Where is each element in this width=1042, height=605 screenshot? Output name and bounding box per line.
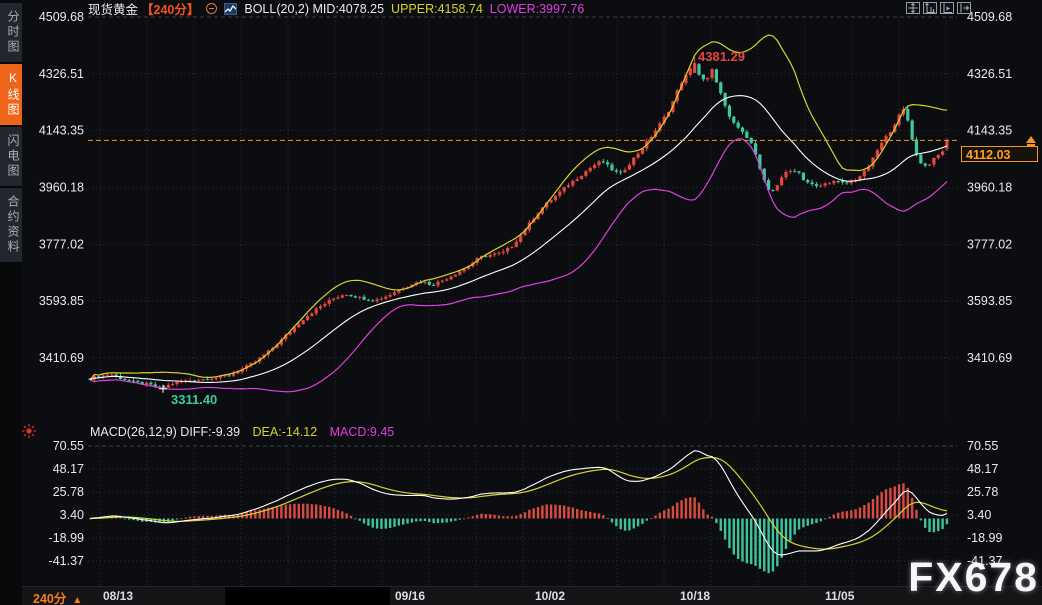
- svg-text:-18.99: -18.99: [49, 531, 84, 545]
- macd-hist-readout: MACD:9.45: [330, 425, 395, 439]
- alert-sun-icon[interactable]: [22, 424, 36, 438]
- svg-text:3960.18: 3960.18: [967, 181, 1012, 195]
- svg-text:25.78: 25.78: [53, 485, 84, 499]
- fx678-watermark: FX678: [908, 554, 1039, 601]
- svg-text:4143.35: 4143.35: [39, 124, 84, 138]
- date-tick-label: 10/18: [680, 589, 710, 603]
- date-tick-label: 11/05: [825, 589, 854, 603]
- svg-text:-41.37: -41.37: [49, 554, 84, 568]
- macd-diff-readout: MACD(26,12,9) DIFF:-9.39: [90, 425, 240, 439]
- date-tick-label: 09/16: [395, 589, 425, 603]
- svg-text:3593.85: 3593.85: [39, 294, 84, 308]
- scrollbar-thumb[interactable]: [225, 587, 390, 605]
- svg-text:3410.69: 3410.69: [39, 351, 84, 365]
- svg-text:3.40: 3.40: [60, 508, 84, 522]
- boll-upper-line: [90, 35, 947, 380]
- low-annotation: 3311.40: [171, 392, 217, 407]
- gridlines: [88, 17, 957, 585]
- svg-text:4509.68: 4509.68: [967, 10, 1012, 24]
- y-axis-scale-icon[interactable]: [923, 2, 937, 14]
- svg-text:3960.18: 3960.18: [39, 181, 84, 195]
- svg-text:3.40: 3.40: [967, 508, 991, 522]
- instrument-name: 现货黄金: [88, 0, 138, 18]
- boll-lower-line: [90, 139, 947, 392]
- macd-header: MACD(26,12,9) DIFF:-9.39 DEA:-14.12 MACD…: [90, 425, 394, 439]
- kline-app-window: 4381.29 3311.40 4509.68 4509.68 4326.51 4326.…: [0, 0, 1042, 605]
- crosshair-pan-icon[interactable]: [906, 2, 920, 14]
- boll-mid-readout: BOLL(20,2) MID:4078.25: [244, 2, 384, 16]
- svg-text:70.55: 70.55: [53, 439, 84, 453]
- svg-text:48.17: 48.17: [967, 462, 998, 476]
- boll-mid-line: [90, 96, 947, 383]
- shift-latest-icon[interactable]: [957, 2, 971, 14]
- svg-text:4509.68: 4509.68: [39, 10, 84, 24]
- chart-header: 现货黄金 【240分】 BOLL(20,2) MID:4078.25 UPPER…: [88, 0, 584, 17]
- svg-text:25.78: 25.78: [967, 485, 998, 499]
- auto-scale-icon[interactable]: [940, 2, 954, 14]
- price-macd-chart[interactable]: 4381.29 3311.40 4509.68 4509.68 4326.51 4326.…: [0, 0, 1042, 605]
- svg-text:4326.51: 4326.51: [967, 67, 1012, 81]
- svg-text:4143.35: 4143.35: [967, 124, 1012, 138]
- axis-labels: 4509.68 4509.68 4326.51 4326.51 4143.35 4143.…: [39, 10, 1012, 568]
- scale-toolbar: [906, 2, 971, 14]
- chart-type-sidebar: 分时图 K线图 闪电图 合约资料: [0, 0, 22, 605]
- minus-circle-icon[interactable]: [206, 3, 217, 14]
- sidebar-tab-kline[interactable]: K线图: [0, 64, 22, 125]
- sidebar-tab-timeshare[interactable]: 分时图: [0, 3, 22, 62]
- period-badge[interactable]: 【240分】: [141, 0, 199, 18]
- period-selector[interactable]: 240分▲: [33, 588, 82, 605]
- latest-price-marker-icon[interactable]: [1026, 136, 1036, 146]
- svg-text:3593.85: 3593.85: [967, 294, 1012, 308]
- kline-chart-icon[interactable]: [224, 3, 237, 15]
- high-annotation: 4381.29: [698, 49, 745, 64]
- boll-upper-readout: UPPER:4158.74: [391, 2, 483, 16]
- date-tick-label: 08/13: [103, 589, 133, 603]
- svg-text:3777.02: 3777.02: [39, 237, 84, 251]
- boll-lower-readout: LOWER:3997.76: [490, 2, 585, 16]
- sidebar-tab-contract-info[interactable]: 合约资料: [0, 188, 22, 262]
- svg-text:4326.51: 4326.51: [39, 67, 84, 81]
- macd-panel[interactable]: [89, 451, 948, 573]
- macd-dea-readout: DEA:-14.12: [253, 425, 318, 439]
- time-axis-bar: 08/13 09/16 10/02 10/18 11/05: [22, 586, 1042, 605]
- svg-text:-18.99: -18.99: [967, 531, 1002, 545]
- date-tick-label: 10/02: [535, 589, 565, 603]
- sidebar-tab-lightning[interactable]: 闪电图: [0, 127, 22, 186]
- svg-text:3410.69: 3410.69: [967, 351, 1012, 365]
- last-price-tag: 4112.03: [961, 146, 1038, 162]
- svg-text:70.55: 70.55: [967, 439, 998, 453]
- svg-text:3777.02: 3777.02: [967, 237, 1012, 251]
- candlestick-panel[interactable]: [88, 35, 948, 392]
- svg-text:48.17: 48.17: [53, 462, 84, 476]
- triangle-up-icon: ▲: [72, 595, 82, 605]
